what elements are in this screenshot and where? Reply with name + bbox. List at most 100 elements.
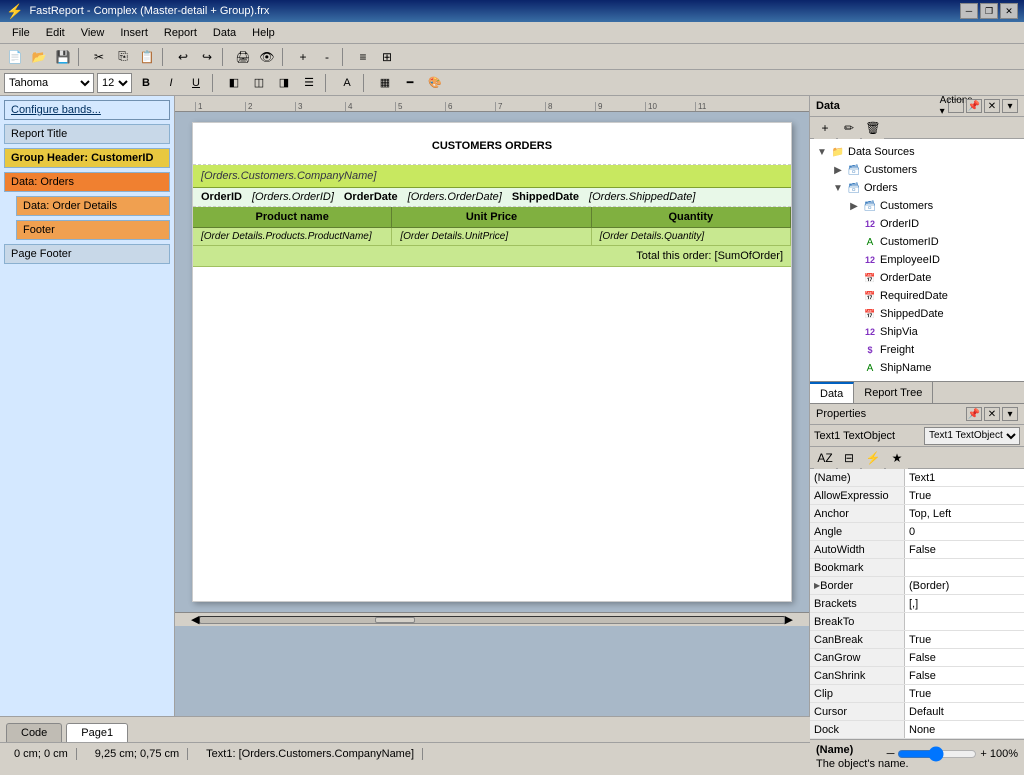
tree-shipvia[interactable]: 12 ShipVia [814,323,1020,341]
prop-angle-val[interactable]: 0 [905,523,1024,540]
expand-datasources[interactable]: ▼ [814,144,830,160]
align-btn[interactable]: ≡ [352,46,374,68]
prop-clip-val[interactable]: True [905,685,1024,702]
cut-btn[interactable]: ✂ [88,46,110,68]
tree-employeeid[interactable]: 12 EmployeeID [814,251,1020,269]
data-add-btn[interactable]: + [814,117,836,139]
copy-btn[interactable]: ⎘ [112,46,134,68]
menu-insert[interactable]: Insert [112,25,156,41]
scroll-left-btn[interactable]: ◀ [191,613,199,626]
detail-data-row[interactable]: [Order Details.Products.ProductName] [Or… [193,228,791,246]
data-actions-btn[interactable]: Actions ▾ [948,99,964,113]
expand-customers[interactable]: ▶ [830,162,846,178]
prop-canshrink[interactable]: CanShrink False [810,667,1024,685]
prop-cursor[interactable]: Cursor Default [810,703,1024,721]
props-sort-cat-btn[interactable]: ⊟ [838,447,860,469]
prop-bookmark[interactable]: Bookmark [810,559,1024,577]
expand-orders[interactable]: ▼ [830,180,846,196]
save-btn[interactable]: 💾 [52,46,74,68]
props-sort-alpha-btn[interactable]: AZ [814,447,836,469]
prop-breakto-val[interactable] [905,613,1024,630]
prop-brackets-val[interactable]: [,] [905,595,1024,612]
prop-clip[interactable]: Clip True [810,685,1024,703]
prop-cangrow[interactable]: CanGrow False [810,649,1024,667]
grid-btn[interactable]: ⊞ [376,46,398,68]
tree-customerid[interactable]: A CustomerID [814,233,1020,251]
align-center-btn[interactable]: ◫ [248,72,270,94]
tree-customers[interactable]: ▶ 🗃 Customers [814,161,1020,179]
prop-allowexpressio[interactable]: AllowExpressio True [810,487,1024,505]
menu-help[interactable]: Help [244,25,283,41]
horizontal-scrollbar[interactable]: ◀ ▶ [175,612,809,626]
menu-report[interactable]: Report [156,25,205,41]
tree-shipname[interactable]: A ShipName [814,359,1020,377]
open-btn[interactable]: 📂 [28,46,50,68]
props-object-select[interactable]: Text1 TextObject [924,427,1020,445]
underline-btn[interactable]: U [185,72,207,94]
restore-btn[interactable]: ❐ [980,3,998,19]
align-left-btn[interactable]: ◧ [223,72,245,94]
data-tree[interactable]: ▼ 📁 Data Sources ▶ 🗃 Customers ▼ 🗃 Order… [810,139,1024,381]
prop-anchor-val[interactable]: Top, Left [905,505,1024,522]
prop-bookmark-val[interactable] [905,559,1024,576]
prop-dock-val[interactable]: None [905,721,1024,738]
menu-data[interactable]: Data [205,25,244,41]
prop-canshrink-val[interactable]: False [905,667,1024,684]
tree-orders-customers[interactable]: ▶ 🗃 Customers [814,197,1020,215]
border-color-btn[interactable]: 🎨 [424,72,446,94]
tree-orderdate[interactable]: 📅 OrderDate [814,269,1020,287]
band-report-title[interactable]: Report Title [4,124,170,144]
tree-orderid[interactable]: 12 OrderID [814,215,1020,233]
border-style-btn[interactable]: ▦ [374,72,396,94]
new-btn[interactable]: 📄 [4,46,26,68]
prop-angle[interactable]: Angle 0 [810,523,1024,541]
redo-btn[interactable]: ↪ [196,46,218,68]
border-width-btn[interactable]: ━ [399,72,421,94]
tree-orders[interactable]: ▼ 🗃 Orders [814,179,1020,197]
tab-report-tree[interactable]: Report Tree [854,382,933,403]
prop-autowidth-val[interactable]: False [905,541,1024,558]
props-menu-btn[interactable]: ▾ [1002,407,1018,421]
prop-border-key[interactable]: Border [810,577,905,594]
props-events-btn[interactable]: ⚡ [862,447,884,469]
font-size-select[interactable]: 12 [97,73,132,93]
tree-shippeddate[interactable]: 📅 ShippedDate [814,305,1020,323]
data-edit-btn[interactable]: ✏ [838,117,860,139]
close-btn[interactable]: ✕ [1000,3,1018,19]
tab-data[interactable]: Data [810,382,854,403]
canvas-area[interactable]: 1 2 3 4 5 6 7 8 9 10 11 CUSTOMERS ORDERS… [175,96,809,716]
group-header-band[interactable]: [Orders.Customers.CompanyName] [193,165,791,188]
prop-border-val[interactable]: (Border) [905,577,1024,594]
bold-btn[interactable]: B [135,72,157,94]
scroll-right-btn[interactable]: ▶ [785,613,793,626]
prop-border[interactable]: Border (Border) [810,577,1024,595]
fill-color-btn[interactable]: A [336,72,358,94]
band-group-header[interactable]: Group Header: CustomerID [4,148,170,168]
font-name-select[interactable]: Tahoma [4,73,94,93]
expand-orders-customers[interactable]: ▶ [846,198,862,214]
tab-page1[interactable]: Page1 [66,723,128,742]
props-close-btn[interactable]: ✕ [984,407,1000,421]
menu-file[interactable]: File [4,25,38,41]
zoom-in-status-btn[interactable]: + [980,748,986,760]
data-close-btn[interactable]: ✕ [984,99,1000,113]
prop-cursor-val[interactable]: Default [905,703,1024,720]
props-favs-btn[interactable]: ★ [886,447,908,469]
justify-btn[interactable]: ☰ [298,72,320,94]
tree-freight[interactable]: $ Freight [814,341,1020,359]
prop-brackets[interactable]: Brackets [,] [810,595,1024,613]
scroll-track[interactable] [199,616,784,624]
data-pin-btn[interactable]: 📌 [966,99,982,113]
zoom-out-btn[interactable]: - [316,46,338,68]
band-page-footer[interactable]: Page Footer [4,244,170,264]
data-menu-btn[interactable]: ▾ [1002,99,1018,113]
prop-allowexpressio-val[interactable]: True [905,487,1024,504]
zoom-out-status-btn[interactable]: ─ [887,748,895,760]
configure-bands-btn[interactable]: Configure bands... [4,100,170,120]
orders-header-band[interactable]: OrderID [Orders.OrderID] OrderDate [Orde… [193,188,791,207]
preview-btn[interactable]: 👁 [256,46,278,68]
prop-name[interactable]: (Name) Text1 [810,469,1024,487]
data-delete-btn[interactable]: 🗑 [862,117,884,139]
prop-cangrow-val[interactable]: False [905,649,1024,666]
align-right-btn[interactable]: ◨ [273,72,295,94]
